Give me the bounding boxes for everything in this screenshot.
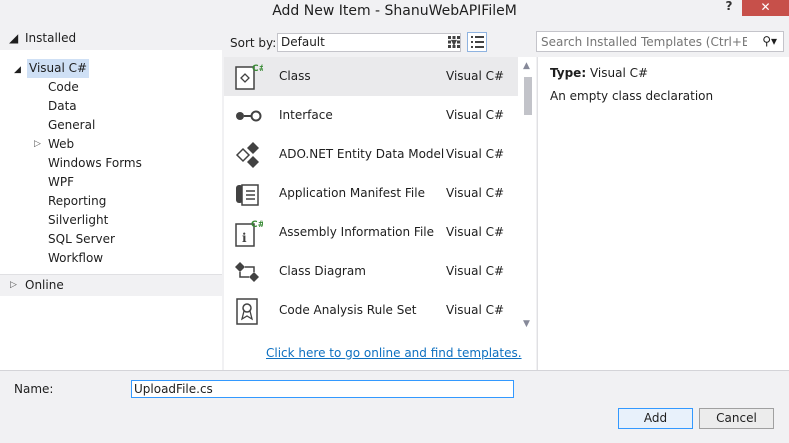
online-expand-icon: ▷ bbox=[10, 280, 17, 290]
installed-label: Installed bbox=[25, 31, 77, 45]
template-list-scrollbar[interactable]: ▲ ▼ bbox=[520, 57, 536, 332]
name-label: Name: bbox=[14, 382, 54, 396]
tree-item-data[interactable]: Data bbox=[48, 97, 77, 116]
online-label: Online bbox=[25, 278, 64, 292]
installed-header[interactable]: ◢ Installed bbox=[0, 28, 222, 50]
online-header[interactable]: ▷ Online bbox=[0, 274, 222, 296]
tree-item-visual-csharp[interactable]: Visual C# bbox=[27, 59, 90, 78]
tree-item-workflow[interactable]: Workflow bbox=[48, 249, 103, 268]
template-language: Visual C# bbox=[446, 303, 505, 317]
template-language: Visual C# bbox=[446, 264, 505, 278]
class-diagram-icon bbox=[235, 262, 259, 282]
search-input[interactable] bbox=[537, 32, 747, 51]
tree-item-sql-server[interactable]: SQL Server bbox=[48, 230, 115, 249]
window-title: Add New Item - ShanuWebAPIFileM bbox=[272, 3, 517, 19]
svg-text:i: i bbox=[242, 231, 247, 245]
template-toolbar: Sort by: Default ▼ ⚲▾ bbox=[224, 28, 789, 56]
template-name: Application Manifest File bbox=[279, 186, 425, 200]
expand-arrow-icon: ◢ bbox=[14, 65, 21, 75]
tree-item-wpf[interactable]: WPF bbox=[48, 173, 74, 192]
template-name: Class bbox=[279, 69, 311, 83]
details-description: An empty class declaration bbox=[550, 89, 714, 103]
details-type: Type: Visual C# bbox=[550, 66, 648, 80]
assembly-info-icon: i C# bbox=[235, 220, 263, 247]
sort-label: Sort by: bbox=[230, 36, 277, 50]
template-row-rule-set[interactable]: Code Analysis Rule Set Visual C# bbox=[224, 291, 518, 330]
template-language: Visual C# bbox=[446, 186, 505, 200]
category-panel: ◢ Installed ◢ Visual C# Code Data Genera… bbox=[0, 28, 222, 370]
tree-item-web[interactable]: Web bbox=[48, 135, 74, 154]
help-button[interactable]: ? bbox=[718, 0, 740, 14]
tree-item-general[interactable]: General bbox=[48, 116, 95, 135]
collapse-arrow-icon: ◢ bbox=[9, 31, 19, 45]
grid-view-icon bbox=[448, 36, 460, 48]
name-input[interactable]: UploadFile.cs bbox=[131, 380, 514, 398]
template-row-manifest[interactable]: Application Manifest File Visual C# bbox=[224, 174, 518, 213]
cancel-button[interactable]: Cancel bbox=[699, 408, 774, 429]
template-name: Interface bbox=[279, 108, 333, 122]
template-language: Visual C# bbox=[446, 147, 505, 161]
tree-item-silverlight[interactable]: Silverlight bbox=[48, 211, 108, 230]
online-templates-link[interactable]: Click here to go online and find templat… bbox=[266, 346, 522, 360]
add-button[interactable]: Add bbox=[618, 408, 693, 429]
type-value: Visual C# bbox=[589, 66, 649, 80]
template-row-class-diagram[interactable]: Class Diagram Visual C# bbox=[224, 252, 518, 291]
template-row-interface[interactable]: Interface Visual C# bbox=[224, 96, 518, 135]
close-button[interactable]: ✕ bbox=[742, 0, 789, 16]
search-icon[interactable]: ⚲▾ bbox=[762, 34, 777, 48]
scroll-thumb[interactable] bbox=[524, 77, 532, 115]
scroll-down-icon[interactable]: ▼ bbox=[523, 319, 530, 329]
template-name: Code Analysis Rule Set bbox=[279, 303, 417, 317]
tree-item-reporting[interactable]: Reporting bbox=[48, 192, 106, 211]
template-language: Visual C# bbox=[446, 69, 505, 83]
tree-item-windows-forms[interactable]: Windows Forms bbox=[48, 154, 142, 173]
tree-item-code[interactable]: Code bbox=[48, 78, 79, 97]
template-row-class[interactable]: C# Class Visual C# bbox=[224, 57, 518, 96]
svg-text:C#: C# bbox=[251, 220, 263, 230]
list-view-button[interactable] bbox=[467, 32, 487, 52]
rule-set-icon bbox=[236, 298, 258, 325]
bottom-bar: Name: UploadFile.cs Add Cancel bbox=[0, 370, 789, 443]
class-icon: C# bbox=[235, 64, 263, 90]
grid-view-button[interactable] bbox=[444, 32, 464, 52]
template-name: Assembly Information File bbox=[279, 225, 435, 239]
template-row-assembly-info[interactable]: i C# Assembly Information File Visual C# bbox=[224, 213, 518, 252]
template-language: Visual C# bbox=[446, 108, 505, 122]
svg-text:C#: C# bbox=[252, 64, 263, 74]
details-panel: Type: Visual C# An empty class declarati… bbox=[537, 57, 789, 370]
sort-dropdown[interactable]: Default ▼ bbox=[277, 33, 461, 52]
type-label: Type: bbox=[550, 66, 587, 80]
template-list: C# Class Visual C# Interface Visual C# A… bbox=[224, 57, 536, 370]
template-name: ADO.NET Entity Data Model bbox=[279, 147, 445, 161]
search-box[interactable]: ⚲▾ bbox=[536, 31, 784, 52]
template-language: Visual C# bbox=[446, 225, 505, 239]
scroll-up-icon[interactable]: ▲ bbox=[523, 61, 530, 71]
list-view-icon bbox=[470, 36, 484, 48]
template-row-entity-model[interactable]: ADO.NET Entity Data Model Visual C# bbox=[224, 135, 518, 174]
manifest-icon bbox=[236, 184, 259, 206]
entity-model-icon bbox=[235, 142, 259, 168]
sort-value: Default bbox=[281, 35, 325, 49]
template-name: Class Diagram bbox=[279, 264, 366, 278]
web-expand-icon[interactable]: ▷ bbox=[34, 135, 41, 154]
interface-icon bbox=[236, 110, 262, 122]
title-bar: Add New Item - ShanuWebAPIFileM ? ✕ bbox=[0, 0, 789, 28]
